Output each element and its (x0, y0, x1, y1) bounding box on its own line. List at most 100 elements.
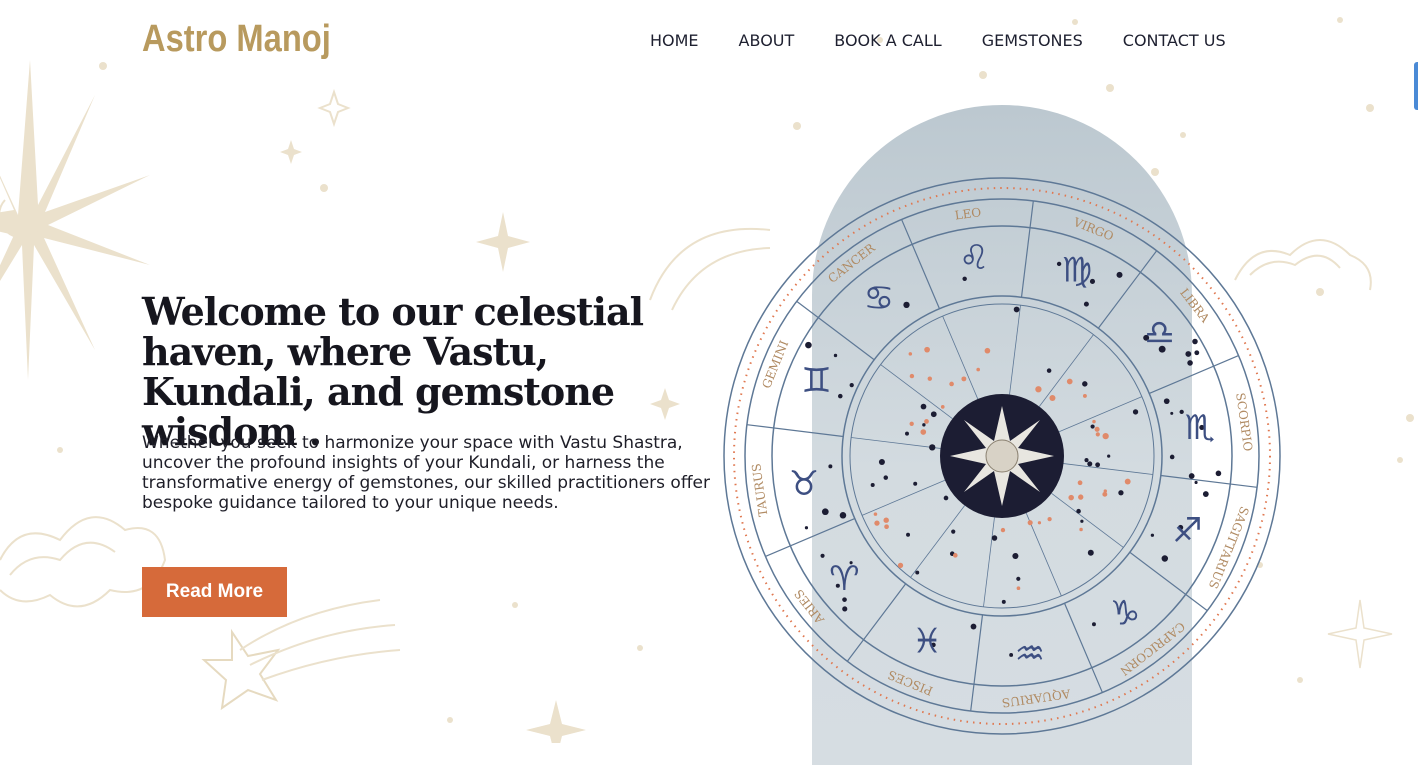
constellation-star (949, 381, 954, 387)
constellation-star (952, 553, 958, 558)
nav-item-contact-us[interactable]: CONTACT US (1123, 31, 1226, 50)
wheel-divider (1160, 474, 1258, 488)
constellation-star (909, 421, 914, 426)
constellation-star (833, 353, 838, 358)
constellation-star (1046, 368, 1052, 373)
constellation-star (1170, 411, 1174, 415)
constellation-star (927, 376, 933, 381)
zodiac-label-libra: LIBRA (1177, 286, 1212, 326)
nav-item-about[interactable]: ABOUT (739, 31, 795, 50)
constellation-star (1124, 478, 1131, 485)
constellation-star (906, 532, 911, 537)
wheel-inner-divider (1063, 463, 1153, 475)
constellation-star (1066, 378, 1073, 385)
nav-item-home[interactable]: HOME (650, 31, 699, 50)
constellation-star (1080, 519, 1084, 523)
constellation-star (1082, 381, 1088, 387)
constellation-star (1076, 508, 1081, 514)
wheel-inner-divider (942, 315, 979, 400)
wheel-divider (901, 219, 941, 309)
pisces-glyph-icon: ♓ (912, 621, 942, 661)
constellation-star (920, 403, 927, 410)
constellation-star (849, 383, 854, 388)
constellation-star (820, 553, 825, 558)
nav-item-book-a-call[interactable]: BOOK A CALL (834, 31, 941, 50)
constellation-star (1102, 433, 1109, 440)
constellation-star (1095, 462, 1101, 468)
constellation-star (1187, 360, 1193, 366)
constellation-star (804, 526, 809, 530)
constellation-star (922, 423, 926, 427)
constellation-star (1202, 491, 1209, 497)
constellation-star (920, 429, 927, 435)
constellation-star (1215, 470, 1222, 477)
constellation-star (883, 517, 889, 523)
constellation-star (1095, 432, 1100, 437)
wheel-divider (1149, 355, 1239, 395)
constellation-star (1084, 458, 1089, 463)
constellation-star (991, 535, 998, 541)
wheel-inner-divider (1009, 305, 1021, 395)
constellation-star (1047, 516, 1052, 522)
constellation-star (909, 373, 915, 379)
constellation-star (1118, 490, 1124, 496)
constellation-star (1150, 533, 1155, 537)
constellation-star (1092, 419, 1096, 424)
constellation-star (1087, 549, 1094, 556)
constellation-star (1056, 261, 1062, 267)
constellation-star (1163, 398, 1170, 405)
constellation-star (1077, 480, 1083, 486)
constellation-star (1068, 494, 1074, 501)
zodiac-label-aries: ARIES (792, 587, 828, 627)
constellation-star (838, 393, 843, 399)
libra-glyph-icon: ♎ (1144, 313, 1174, 353)
sun-center-icon (940, 394, 1064, 518)
constellation-star (884, 524, 889, 530)
constellation-star (970, 623, 977, 630)
constellation-star (1078, 494, 1084, 500)
constellation-star (839, 512, 847, 519)
zodiac-wheel-illustration: VIRGOLIBRASCORPIOSAGITTARIUSCAPRICORNAQU… (723, 177, 1281, 735)
constellation-star (943, 495, 949, 501)
constellation-star (961, 376, 967, 382)
taurus-glyph-icon: ♉ (789, 464, 819, 504)
constellation-star (874, 520, 880, 526)
wheel-inner-divider (851, 437, 941, 449)
wheel-inner-divider (1058, 396, 1143, 433)
wheel-inner-divider (983, 517, 995, 607)
read-more-button[interactable]: Read More (142, 567, 287, 617)
wheel-divider (1020, 200, 1034, 298)
constellation-star (1009, 653, 1014, 657)
constellation-star (878, 458, 885, 465)
constellation-star (805, 341, 812, 349)
constellation-star (913, 481, 918, 486)
constellation-star (1079, 527, 1083, 532)
constellation-star (870, 482, 875, 487)
constellation-star (951, 529, 956, 534)
gemini-glyph-icon: ♊ (801, 361, 831, 401)
site-logo[interactable]: Astro Manoj (142, 18, 331, 61)
constellation-star (905, 431, 909, 436)
nav-item-gemstones[interactable]: GEMSTONES (982, 31, 1083, 50)
constellation-star (924, 419, 929, 424)
constellation-star (1012, 552, 1019, 560)
main-navigation: HOME ABOUT BOOK A CALL GEMSTONES CONTACT… (650, 31, 1226, 50)
constellation-star (940, 405, 945, 409)
wheel-divider (1063, 603, 1103, 693)
constellation-star (903, 301, 910, 309)
constellation-star (1016, 586, 1021, 591)
sagittarius-glyph-icon: ♐ (1172, 511, 1202, 551)
constellation-star (1132, 409, 1139, 415)
wheel-inner-divider (910, 505, 966, 578)
scroll-indicator-tab[interactable] (1414, 62, 1418, 110)
constellation-star (1087, 461, 1093, 467)
constellation-star (821, 508, 829, 516)
wheel-divider (746, 424, 844, 438)
constellation-star (1094, 426, 1100, 432)
constellation-star (873, 512, 878, 516)
constellation-star (984, 347, 991, 354)
constellation-star (1013, 306, 1020, 313)
constellation-star (1188, 473, 1195, 479)
constellation-star (1082, 393, 1087, 398)
virgo-glyph-icon: ♍ (1062, 251, 1092, 291)
